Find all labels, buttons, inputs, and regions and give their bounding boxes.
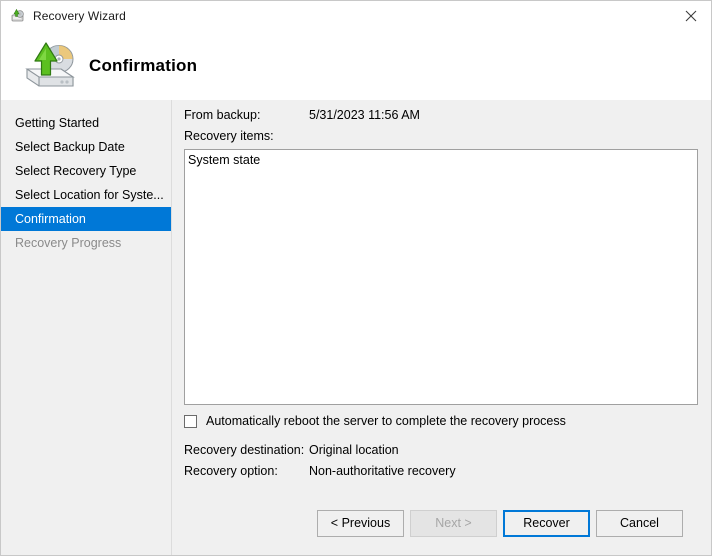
sidebar-item-recovery-progress: Recovery Progress	[1, 231, 171, 255]
sidebar-item-select-recovery-type[interactable]: Select Recovery Type	[1, 159, 171, 183]
from-backup-value: 5/31/2023 11:56 AM	[309, 108, 420, 122]
previous-button[interactable]: < Previous	[317, 510, 404, 537]
wizard-steps-sidebar: Getting Started Select Backup Date Selec…	[1, 100, 172, 555]
cancel-button[interactable]: Cancel	[596, 510, 683, 537]
sidebar-item-label: Select Location for Syste...	[15, 188, 164, 202]
page-header: Confirmation	[1, 31, 711, 100]
recovery-disk-restore-icon	[21, 39, 79, 93]
recovery-disk-icon	[10, 8, 26, 24]
wizard-button-bar: < Previous Next > Recover Cancel	[173, 505, 711, 555]
sidebar-item-select-backup-date[interactable]: Select Backup Date	[1, 135, 171, 159]
page-title: Confirmation	[89, 55, 198, 75]
sidebar-item-getting-started[interactable]: Getting Started	[1, 111, 171, 135]
recovery-wizard-window: Recovery Wizard Confirmation Getting Sta…	[0, 0, 712, 556]
window-title: Recovery Wizard	[33, 9, 126, 23]
recovery-option-value: Non-authoritative recovery	[309, 464, 456, 478]
sidebar-item-label: Getting Started	[15, 116, 100, 130]
sidebar-item-confirmation[interactable]: Confirmation	[1, 207, 171, 231]
auto-reboot-checkbox-row[interactable]: Automatically reboot the server to compl…	[184, 414, 566, 428]
sidebar-item-label: Select Recovery Type	[15, 164, 137, 178]
sidebar-item-select-location[interactable]: Select Location for Syste...	[1, 183, 171, 207]
wizard-body: Getting Started Select Backup Date Selec…	[1, 100, 711, 555]
confirmation-content: From backup: 5/31/2023 11:56 AM Recovery…	[173, 100, 711, 555]
recover-button[interactable]: Recover	[503, 510, 590, 537]
close-button[interactable]	[668, 1, 711, 31]
sidebar-item-label: Recovery Progress	[15, 236, 122, 250]
list-item[interactable]: System state	[185, 150, 697, 168]
recovery-destination-label: Recovery destination:	[184, 443, 305, 457]
sidebar-item-label: Select Backup Date	[15, 140, 125, 154]
close-icon	[685, 10, 697, 22]
from-backup-label: From backup:	[184, 108, 261, 122]
next-button: Next >	[410, 510, 497, 537]
title-bar: Recovery Wizard	[1, 1, 711, 31]
recovery-destination-value: Original location	[309, 443, 399, 457]
sidebar-item-label: Confirmation	[15, 212, 86, 226]
recovery-items-label: Recovery items:	[184, 129, 274, 143]
auto-reboot-label: Automatically reboot the server to compl…	[206, 414, 566, 428]
auto-reboot-checkbox[interactable]	[184, 414, 197, 428]
recovery-items-listbox[interactable]: System state	[184, 149, 698, 405]
recovery-option-label: Recovery option:	[184, 464, 278, 478]
